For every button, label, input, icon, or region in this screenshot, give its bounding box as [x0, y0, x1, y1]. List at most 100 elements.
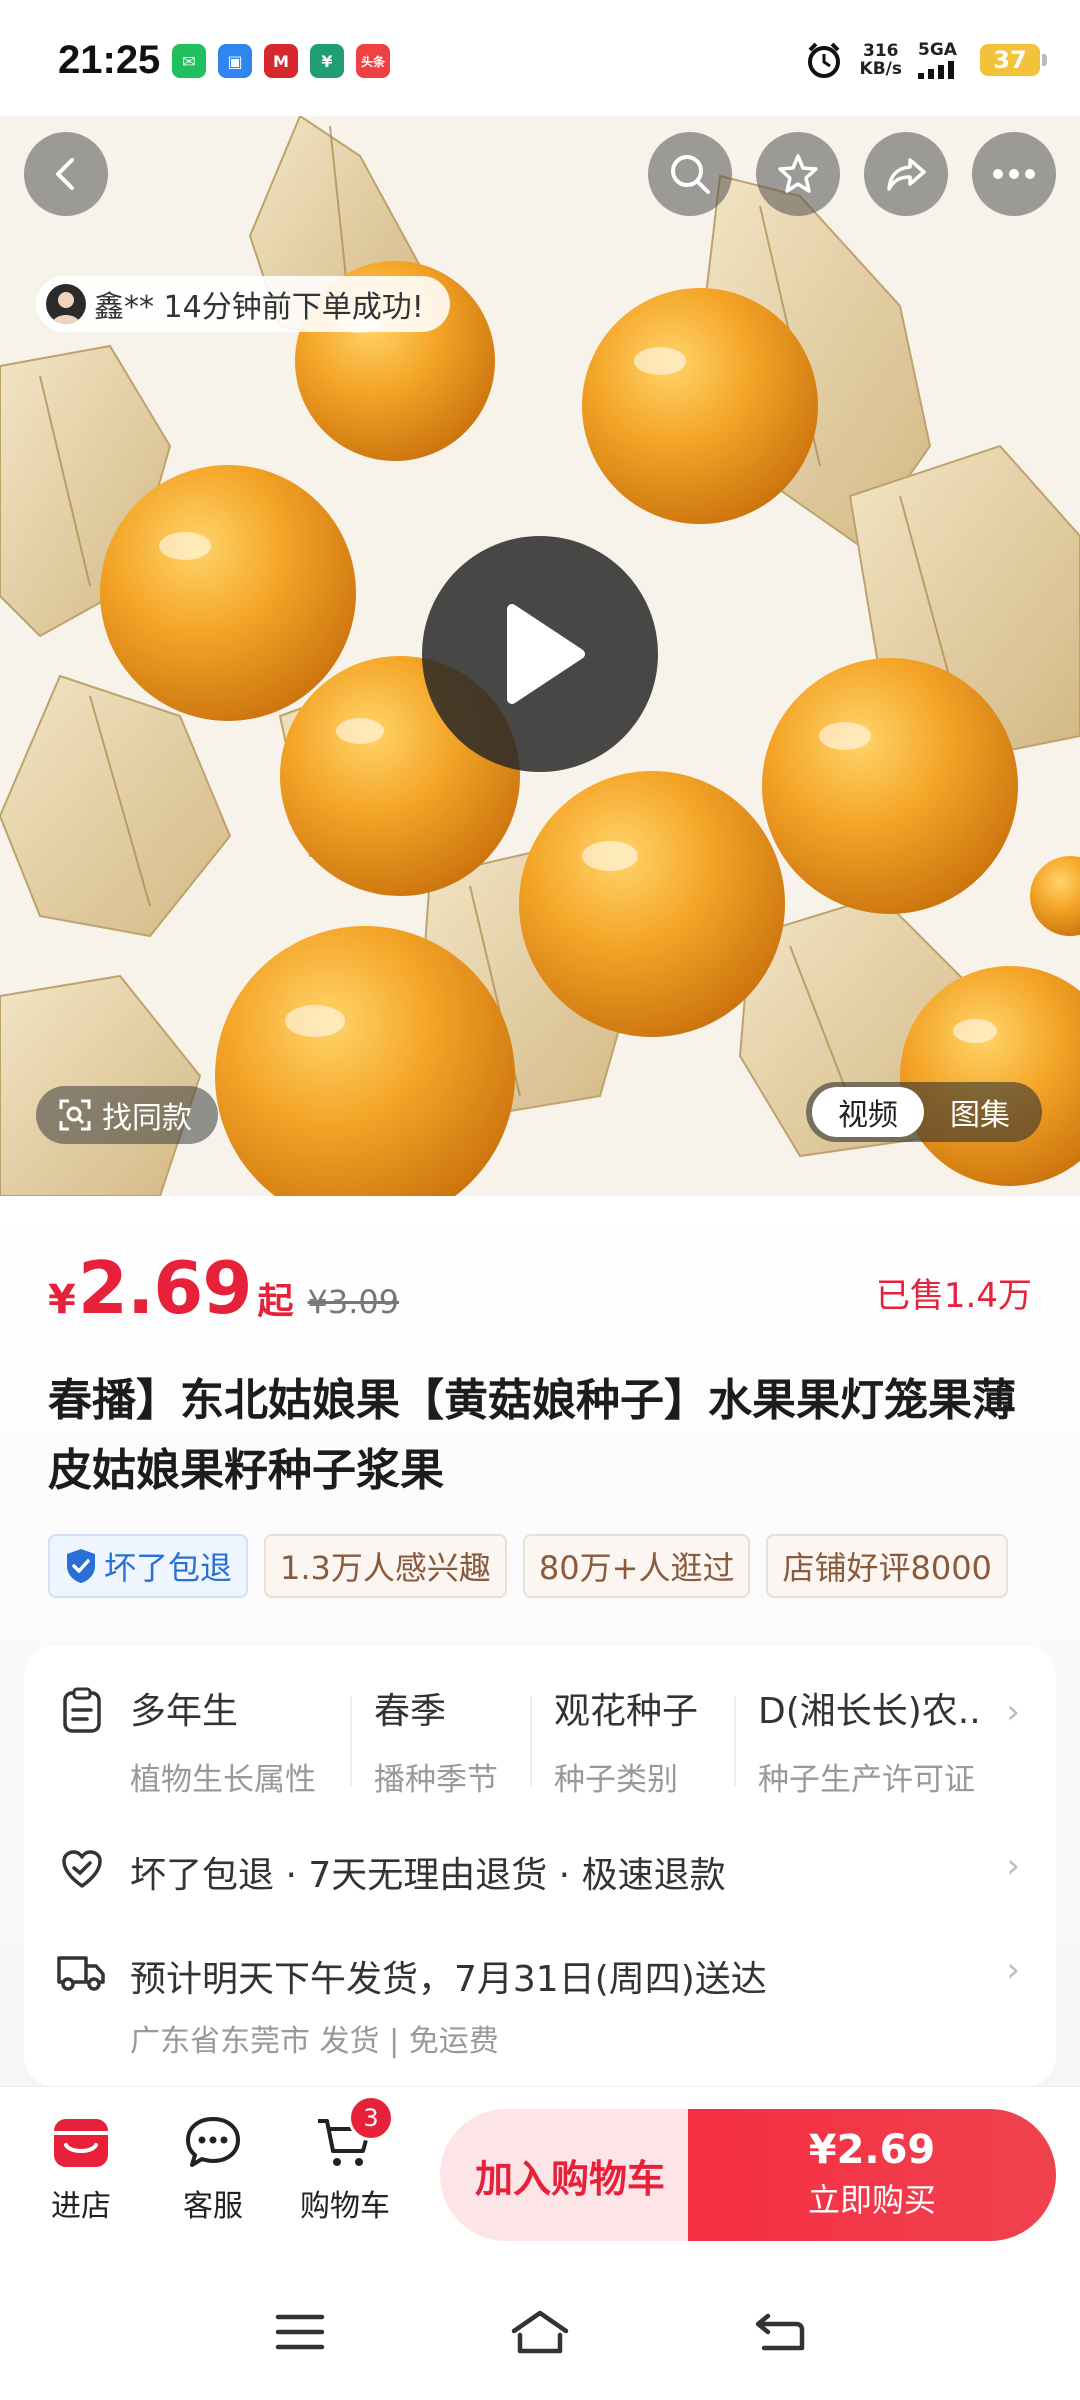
store-icon [54, 2119, 108, 2167]
add-to-cart-button[interactable]: 加入购物车 [440, 2109, 700, 2241]
find-similar-label: 找同款 [102, 1101, 192, 1136]
delivery-row[interactable]: 预计明天下午发货，7月31日(周四)送达 广东省东莞市 发货 | 免运费 › [24, 1950, 1056, 2060]
battery-level: 37 [993, 46, 1027, 74]
home-nav-button[interactable] [500, 2300, 580, 2364]
product-tags: 坏了包退 1.3万人感兴趣 80万+人逛过 店铺好评8000 [48, 1534, 1032, 1598]
menu-nav-button[interactable] [260, 2300, 340, 2364]
attributes-row[interactable]: 多年生 植物生长属性 春季 播种季节 观花种子 种子类别 D(湘长长)农.. 种… [24, 1682, 1056, 1798]
net-speed-value: 316 [863, 41, 899, 61]
status-app-icons: ✉ ▣ M ¥ 头条 [172, 44, 390, 78]
attribute-license: D(湘长长)农.. 种子生产许可证 [758, 1682, 998, 1799]
back-nav-button[interactable] [740, 2300, 820, 2364]
heart-shield-icon [62, 1850, 102, 1888]
chevron-left-icon [56, 158, 74, 190]
play-video-button[interactable] [422, 536, 658, 772]
attribute-key: 种子生产许可证 [758, 1762, 975, 1798]
chevron-right-icon: › [1006, 1950, 1020, 1990]
tab-gallery[interactable]: 图集 [924, 1087, 1036, 1137]
tag-guarantee[interactable]: 坏了包退 [48, 1534, 249, 1598]
product-info: ¥ 2.69 起 ¥3.09 已售1.4万 春播】东北姑娘果【黄菇娘种子】水果果… [0, 1196, 1080, 2086]
menu-icon [275, 2314, 325, 2350]
alarm-icon [807, 42, 840, 78]
tag-store-rating[interactable]: 店铺好评8000 [766, 1534, 1008, 1598]
add-to-cart-label: 加入购物车 [474, 2156, 665, 2201]
attribute-value: 多年生 [130, 1691, 239, 1732]
cart-label: 购物车 [300, 2189, 390, 2224]
share-button[interactable] [864, 132, 948, 216]
more-icon [993, 169, 1035, 179]
avatar [46, 284, 86, 324]
status-bar: 21:25 ✉ ▣ M ¥ 头条 316 KB/s 5GA 37 [0, 0, 1080, 116]
guarantee-row[interactable]: 坏了包退 · 7天无理由退货 · 极速退款 › [24, 1846, 1056, 1916]
attribute-growth: 多年生 植物生长属性 [130, 1682, 316, 1799]
bank-icon: ¥ [310, 44, 344, 78]
battery-icon: 37 [980, 44, 1047, 76]
attribute-seed-type: 观花种子 种子类别 [554, 1682, 698, 1799]
chat-icon [186, 2117, 240, 2167]
bottom-action-bar: 进店 客服 3 购物车 加入购物车 ¥2.69 立即购买 [0, 2086, 1080, 2267]
favorite-button[interactable] [756, 132, 840, 216]
more-button[interactable] [972, 132, 1056, 216]
tag-guarantee-label: 坏了包退 [104, 1549, 233, 1587]
media-tabs: 视频 图集 [806, 1082, 1042, 1142]
toutiao-icon: 头条 [356, 44, 390, 78]
signal-group: 5GA [918, 41, 964, 79]
toast-text: 鑫** 14分钟前下单成功! [94, 290, 424, 325]
product-title: 春播】东北姑娘果【黄菇娘种子】水果果灯笼果薄皮姑娘果籽种子浆果 [48, 1375, 1016, 1496]
sold-count: 已售1.4万 [875, 1276, 1032, 1316]
net-speed: 316 KB/s [860, 42, 902, 78]
find-similar-button[interactable]: 找同款 [36, 1086, 218, 1144]
buy-now-price: ¥2.69 [808, 2127, 936, 2173]
metro-icon: M [264, 44, 298, 78]
recent-order-toast: 鑫** 14分钟前下单成功! [36, 276, 450, 332]
chevron-right-icon: › [1006, 1692, 1020, 1732]
search-button[interactable] [648, 132, 732, 216]
attribute-key: 植物生长属性 [130, 1762, 316, 1798]
buy-now-label: 立即购买 [807, 2181, 936, 2219]
back-arrow-icon [755, 2313, 805, 2351]
truck-icon [57, 1956, 105, 1991]
tag-interest[interactable]: 1.3万人感兴趣 [264, 1534, 507, 1598]
tab-video[interactable]: 视频 [812, 1087, 924, 1137]
customer-service-button[interactable]: 客服 [158, 2111, 268, 2225]
product-media[interactable]: 鑫** 14分钟前下单成功! 找同款 视频 图集 [0, 116, 1080, 1196]
attribute-key: 播种季节 [374, 1762, 498, 1798]
signal-icon [918, 61, 954, 79]
price-suffix: 起 [257, 1281, 294, 1322]
cart-badge: 3 [348, 2095, 394, 2141]
guarantee-text: 坏了包退 · 7天无理由退货 · 极速退款 [130, 1855, 726, 1896]
back-button[interactable] [24, 132, 108, 216]
divider [530, 1696, 532, 1786]
attribute-season: 春季 播种季节 [374, 1682, 498, 1799]
play-icon [507, 604, 585, 704]
store-button[interactable]: 进店 [26, 2111, 136, 2225]
star-icon [778, 154, 818, 193]
scan-icon [59, 1099, 91, 1131]
price: ¥ 2.69 起 ¥3.09 [48, 1246, 399, 1330]
attribute-value: 观花种子 [554, 1691, 699, 1732]
store-label: 进店 [51, 2189, 111, 2224]
shield-icon [67, 1549, 95, 1583]
network-type: 5GA [918, 40, 957, 60]
net-speed-unit: KB/s [859, 59, 902, 79]
app-blue-icon: ▣ [218, 44, 252, 78]
cart-button[interactable]: 3 购物车 [290, 2095, 400, 2225]
original-price: ¥3.09 [307, 1283, 400, 1321]
share-icon [887, 158, 926, 191]
home-icon [511, 2310, 569, 2354]
search-icon [671, 155, 710, 194]
price-value: 2.69 [77, 1246, 253, 1330]
divider [734, 1696, 736, 1786]
attribute-value: D(湘长长)农.. [758, 1691, 981, 1732]
clipboard-icon [63, 1687, 101, 1733]
buy-now-button[interactable]: ¥2.69 立即购买 [688, 2109, 1056, 2241]
chevron-right-icon: › [1006, 1846, 1020, 1886]
price-symbol: ¥ [48, 1277, 76, 1323]
attributes-card: 多年生 植物生长属性 春季 播种季节 观花种子 种子类别 D(湘长长)农.. 种… [24, 1646, 1056, 2086]
divider [350, 1696, 352, 1786]
delivery-subtext: 广东省东莞市 发货 | 免运费 [130, 2024, 499, 2059]
tag-visits[interactable]: 80万+人逛过 [522, 1534, 751, 1598]
delivery-text: 预计明天下午发货，7月31日(周四)送达 [130, 1959, 767, 2000]
customer-service-label: 客服 [183, 2189, 243, 2224]
system-navigation-bar [0, 2266, 1080, 2400]
